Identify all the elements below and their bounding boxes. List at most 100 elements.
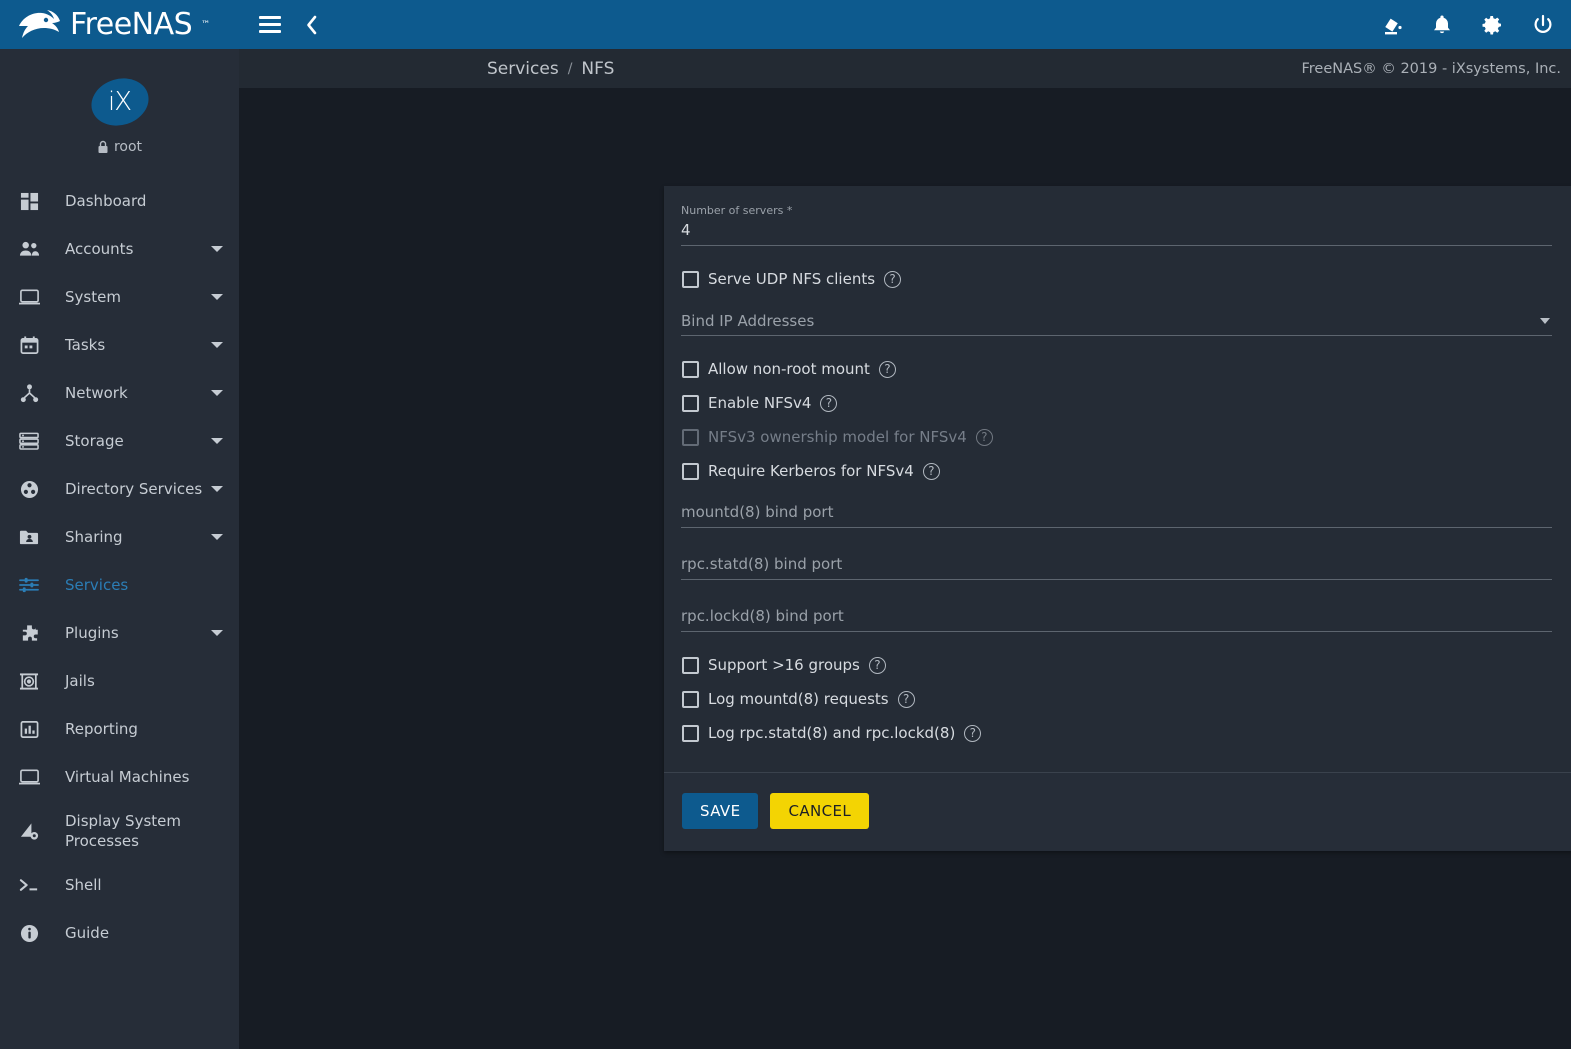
number-of-servers-input[interactable]: 4 (681, 220, 1552, 246)
bind-ip-select[interactable]: Bind IP Addresses (681, 310, 1552, 336)
freenas-fish-logo (19, 9, 60, 38)
user-name: root (113, 139, 143, 155)
bind-ip-field: Bind IP Addresses ? (681, 310, 1571, 336)
sidebar-item-virtual-machines[interactable]: Virtual Machines (0, 753, 239, 801)
form-actions: SAVE CANCEL (664, 772, 1571, 851)
topbar-left (259, 15, 318, 35)
help-circle-icon[interactable]: ? (922, 462, 940, 480)
support-16-groups-checkbox[interactable] (682, 656, 699, 674)
brand-logo: FreeNAS ™ (16, 7, 210, 42)
rpc-statd-port-inner: rpc.statd(8) bind port (681, 554, 1552, 580)
hamburger-menu-icon[interactable] (259, 16, 281, 33)
log-mountd-checkbox[interactable] (682, 690, 699, 708)
sidebar-item-system[interactable]: System (0, 273, 239, 321)
sidebar-item-services[interactable]: Services (0, 561, 239, 609)
user-block: iX root (0, 49, 239, 173)
lock-icon (98, 140, 108, 153)
help-circle-icon[interactable]: ? (964, 724, 982, 742)
serve-udp-row[interactable]: Serve UDP NFS clients ? (681, 262, 1571, 296)
mountd-port-input[interactable]: mountd(8) bind port (681, 502, 1552, 528)
help-circle-icon[interactable]: ? (878, 360, 896, 378)
sidebar-item-label: Reporting (65, 719, 138, 738)
storage-disks-icon (12, 432, 46, 450)
sidebar-item-label: Sharing (65, 527, 123, 546)
breadcrumb-root[interactable]: Services (487, 59, 559, 79)
help-circle-icon[interactable]: ? (975, 428, 993, 446)
cancel-button[interactable]: CANCEL (770, 793, 870, 829)
sidebar-item-reporting[interactable]: Reporting (0, 705, 239, 753)
chevron-down-icon[interactable] (209, 342, 225, 348)
chevron-down-icon[interactable] (209, 486, 225, 492)
allow-non-root-row[interactable]: Allow non-root mount ? (681, 352, 1571, 386)
nfsv3-ownership-checkbox (682, 428, 699, 446)
dashboard-icon (12, 192, 46, 211)
serve-udp-label: Serve UDP NFS clients (708, 270, 876, 288)
support-16-groups-row[interactable]: Support >16 groups ? (681, 648, 1571, 682)
save-button[interactable]: SAVE (682, 793, 759, 829)
sharing-folder-icon (12, 528, 46, 546)
chevron-down-icon[interactable] (1540, 317, 1550, 324)
sidebar-item-label: System (65, 287, 121, 306)
log-rpc-row[interactable]: Log rpc.statd(8) and rpc.lockd(8) ? (681, 716, 1571, 750)
plugins-puzzle-icon (12, 624, 46, 643)
log-mountd-row[interactable]: Log mountd(8) requests ? (681, 682, 1571, 716)
sidebar: FreeNAS ™ iX root Dashboard Accounts Sys… (0, 0, 239, 1049)
power-icon[interactable] (1532, 14, 1554, 36)
sidebar-item-accounts[interactable]: Accounts (0, 225, 239, 273)
sidebar-item-dashboard[interactable]: Dashboard (0, 177, 239, 225)
rpc-lockd-port-input[interactable]: rpc.lockd(8) bind port (681, 606, 1552, 632)
rpc-lockd-port-field: rpc.lockd(8) bind port ? (681, 606, 1571, 632)
sidebar-item-label: Tasks (65, 335, 106, 354)
sidebar-item-tasks[interactable]: Tasks (0, 321, 239, 369)
require-kerberos-checkbox[interactable] (682, 462, 699, 480)
sidebar-item-network[interactable]: Network (0, 369, 239, 417)
accounts-users-icon (12, 240, 46, 258)
services-sliders-icon (12, 576, 46, 594)
virtual-machines-icon (12, 768, 46, 786)
chevron-down-icon[interactable] (209, 390, 225, 396)
sidebar-item-label: Shell (65, 875, 102, 894)
copyright-text: FreeNAS® © 2019 - iXsystems, Inc. (1301, 60, 1561, 77)
content-area: Number of servers * 4 ? Serve UDP NFS cl… (239, 88, 1571, 1049)
enable-nfsv4-checkbox[interactable] (682, 394, 699, 412)
chevron-down-icon[interactable] (209, 534, 225, 540)
nfs-form-body: Number of servers * 4 ? Serve UDP NFS cl… (664, 186, 1571, 772)
chevron-down-icon[interactable] (209, 438, 225, 444)
sidebar-item-display-system-processes[interactable]: Display System Processes (0, 801, 239, 861)
bind-ip-inner: Bind IP Addresses (681, 310, 1552, 336)
log-mountd-label: Log mountd(8) requests (708, 690, 889, 708)
rpc-statd-port-input[interactable]: rpc.statd(8) bind port (681, 554, 1552, 580)
help-circle-icon[interactable]: ? (884, 270, 902, 288)
chevron-down-icon[interactable] (209, 294, 225, 300)
serve-udp-checkbox[interactable] (682, 270, 699, 288)
rpc-lockd-port-inner: rpc.lockd(8) bind port (681, 606, 1552, 632)
sidebar-item-jails[interactable]: Jails (0, 657, 239, 705)
chevron-down-icon[interactable] (209, 246, 225, 252)
enable-nfsv4-label: Enable NFSv4 (708, 394, 812, 412)
sidebar-item-storage[interactable]: Storage (0, 417, 239, 465)
chevron-down-icon[interactable] (209, 630, 225, 636)
help-circle-icon[interactable]: ? (868, 656, 886, 674)
mountd-port-inner: mountd(8) bind port (681, 502, 1552, 528)
sidebar-item-label: Display System Processes (65, 811, 181, 850)
enable-nfsv4-row[interactable]: Enable NFSv4 ? (681, 386, 1571, 420)
theme-paint-icon[interactable] (1381, 14, 1403, 36)
avatar[interactable]: iX (85, 71, 154, 133)
user-name-row: root (97, 139, 142, 155)
sidebar-item-plugins[interactable]: Plugins (0, 609, 239, 657)
require-kerberos-row[interactable]: Require Kerberos for NFSv4 ? (681, 454, 1571, 488)
sidebar-item-directory-services[interactable]: Directory Services (0, 465, 239, 513)
sidebar-item-sharing[interactable]: Sharing (0, 513, 239, 561)
notifications-bell-icon[interactable] (1432, 14, 1452, 36)
chevron-left-icon[interactable] (305, 15, 318, 35)
settings-gear-icon[interactable] (1481, 14, 1503, 36)
allow-non-root-checkbox[interactable] (682, 360, 699, 378)
sidebar-item-guide[interactable]: Guide (0, 909, 239, 957)
log-rpc-checkbox[interactable] (682, 724, 699, 742)
help-circle-icon[interactable]: ? (820, 394, 838, 412)
sidebar-item-shell[interactable]: Shell (0, 861, 239, 909)
sidebar-item-label: Jails (65, 671, 95, 690)
help-circle-icon[interactable]: ? (897, 690, 915, 708)
sidebar-item-label: Dashboard (65, 191, 147, 210)
brand-header[interactable]: FreeNAS ™ (0, 0, 239, 49)
